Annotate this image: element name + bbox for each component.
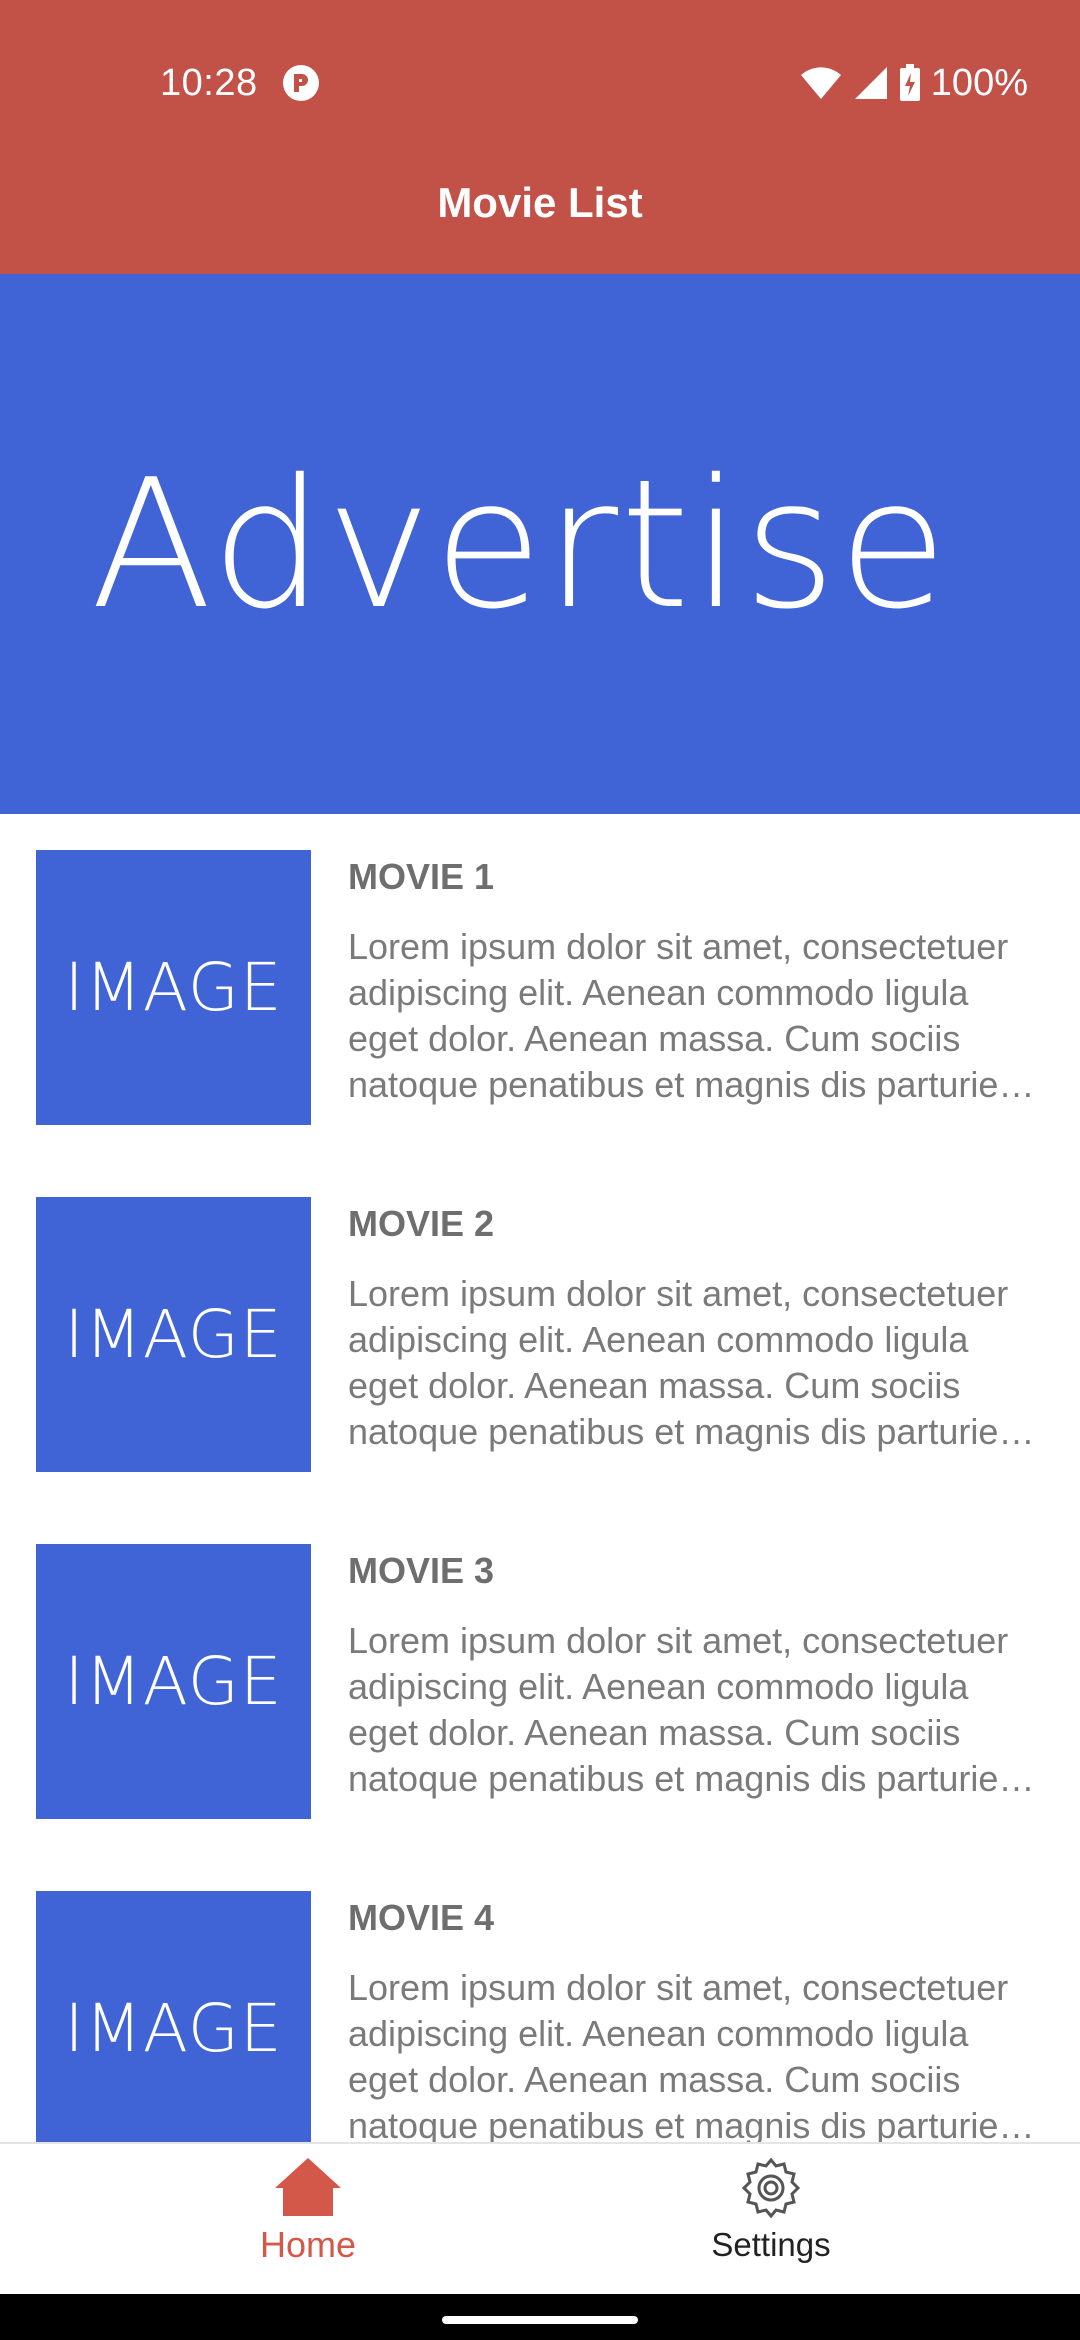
battery-percentage: 100% bbox=[930, 62, 1028, 104]
movie-list-item[interactable]: IMAGE MOVIE 4 Lorem ipsum dolor sit amet… bbox=[0, 1855, 1080, 2142]
movie-thumbnail: IMAGE bbox=[36, 1891, 311, 2142]
gesture-handle[interactable] bbox=[442, 2316, 638, 2324]
home-icon bbox=[275, 2158, 341, 2216]
page-title: Movie List bbox=[437, 179, 643, 226]
nav-settings-tab[interactable]: Settings bbox=[621, 2156, 921, 2286]
movie-thumbnail: IMAGE bbox=[36, 1197, 311, 1472]
status-time: 10:28 bbox=[160, 62, 258, 104]
advertise-banner-text: Advertise bbox=[90, 440, 950, 648]
movie-title: MOVIE 4 bbox=[348, 1897, 495, 1938]
nav-home-tab[interactable]: Home bbox=[158, 2156, 458, 2286]
movie-description: Lorem ipsum dolor sit amet, consectetuer… bbox=[348, 1967, 1029, 2142]
nav-home-label: Home bbox=[259, 2224, 357, 2265]
movie-list[interactable]: IMAGE MOVIE 1 Lorem ipsum dolor sit amet… bbox=[0, 814, 1080, 2142]
status-right-group: 100% bbox=[799, 58, 1028, 108]
movie-title: MOVIE 1 bbox=[348, 856, 495, 897]
status-bar: 10:28 100% bbox=[0, 0, 1080, 160]
movie-thumbnail-text: IMAGE bbox=[64, 1296, 283, 1373]
movie-description: Lorem ipsum dolor sit amet, consectetuer… bbox=[348, 1620, 1029, 1799]
movie-thumbnail-text: IMAGE bbox=[64, 949, 283, 1026]
movie-title: MOVIE 3 bbox=[348, 1550, 495, 1591]
advertise-banner[interactable]: Advertise bbox=[0, 274, 1080, 814]
movie-description: Lorem ipsum dolor sit amet, consectetuer… bbox=[348, 1273, 1029, 1452]
movie-thumbnail-text: IMAGE bbox=[64, 1990, 283, 2067]
gear-icon bbox=[741, 2157, 801, 2219]
system-gesture-bar bbox=[0, 2294, 1080, 2340]
battery-charging-icon bbox=[899, 64, 920, 101]
movie-description: Lorem ipsum dolor sit amet, consectetuer… bbox=[348, 926, 1029, 1105]
movie-list-item[interactable]: IMAGE MOVIE 2 Lorem ipsum dolor sit amet… bbox=[0, 1161, 1080, 1508]
movie-title: MOVIE 2 bbox=[348, 1203, 495, 1244]
movie-thumbnail-text: IMAGE bbox=[64, 1643, 283, 1720]
bottom-navigation: Home Settings bbox=[0, 2142, 1080, 2294]
movie-thumbnail: IMAGE bbox=[36, 850, 311, 1125]
movie-list-item[interactable]: IMAGE MOVIE 1 Lorem ipsum dolor sit amet… bbox=[0, 814, 1080, 1161]
app-bar: Movie List bbox=[0, 160, 1080, 274]
wifi-icon bbox=[800, 67, 841, 99]
app-notification-icon bbox=[283, 65, 319, 101]
nav-settings-label: Settings bbox=[711, 2226, 831, 2263]
cell-signal-icon bbox=[854, 67, 887, 99]
movie-thumbnail: IMAGE bbox=[36, 1544, 311, 1819]
movie-list-item[interactable]: IMAGE MOVIE 3 Lorem ipsum dolor sit amet… bbox=[0, 1508, 1080, 1855]
